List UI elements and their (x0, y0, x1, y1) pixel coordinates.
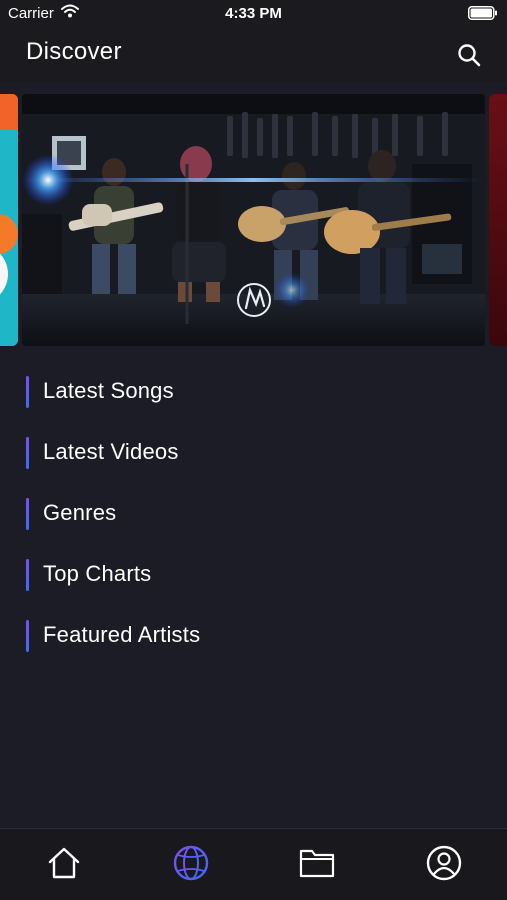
tab-bar (0, 828, 507, 900)
profile-icon (426, 845, 462, 881)
tab-discover[interactable] (171, 843, 211, 883)
banner-slide-next[interactable] (489, 94, 507, 346)
tab-library[interactable] (297, 843, 337, 883)
banner-slide-previous[interactable] (0, 94, 18, 346)
folder-icon (299, 849, 335, 878)
accent-bar (26, 559, 29, 591)
search-icon (458, 44, 481, 67)
category-item-top-charts[interactable]: Top Charts (0, 547, 507, 608)
category-label: Top Charts (43, 561, 152, 586)
category-label: Genres (43, 500, 117, 525)
category-item-genres[interactable]: Genres (0, 486, 507, 547)
category-item-latest-videos[interactable]: Latest Videos (0, 425, 507, 486)
accent-bar (26, 498, 29, 530)
status-time: 4:33 PM (225, 5, 282, 22)
battery-icon (468, 6, 498, 25)
home-icon (48, 847, 80, 879)
banner-slide-current[interactable] (22, 94, 485, 346)
accent-bar (26, 437, 29, 469)
banner-carousel[interactable] (0, 94, 507, 346)
accent-bar (26, 620, 29, 652)
tab-home[interactable] (44, 843, 84, 883)
category-label: Latest Videos (43, 439, 179, 464)
category-label: Featured Artists (43, 622, 201, 647)
category-item-latest-songs[interactable]: Latest Songs (0, 364, 507, 425)
accent-bar (26, 376, 29, 408)
status-bar: Carrier 4:33 PM (0, 0, 507, 28)
category-label: Latest Songs (43, 378, 174, 403)
band-performance-image (22, 94, 485, 346)
nav-bar: Discover (0, 28, 507, 82)
category-item-featured-artists[interactable]: Featured Artists (0, 608, 507, 669)
globe-icon (173, 845, 209, 881)
tab-profile[interactable] (424, 843, 464, 883)
category-list: Latest Songs Latest Videos Genres Top Ch… (0, 364, 507, 669)
page-title: Discover (26, 38, 122, 65)
search-button[interactable] (452, 38, 486, 72)
